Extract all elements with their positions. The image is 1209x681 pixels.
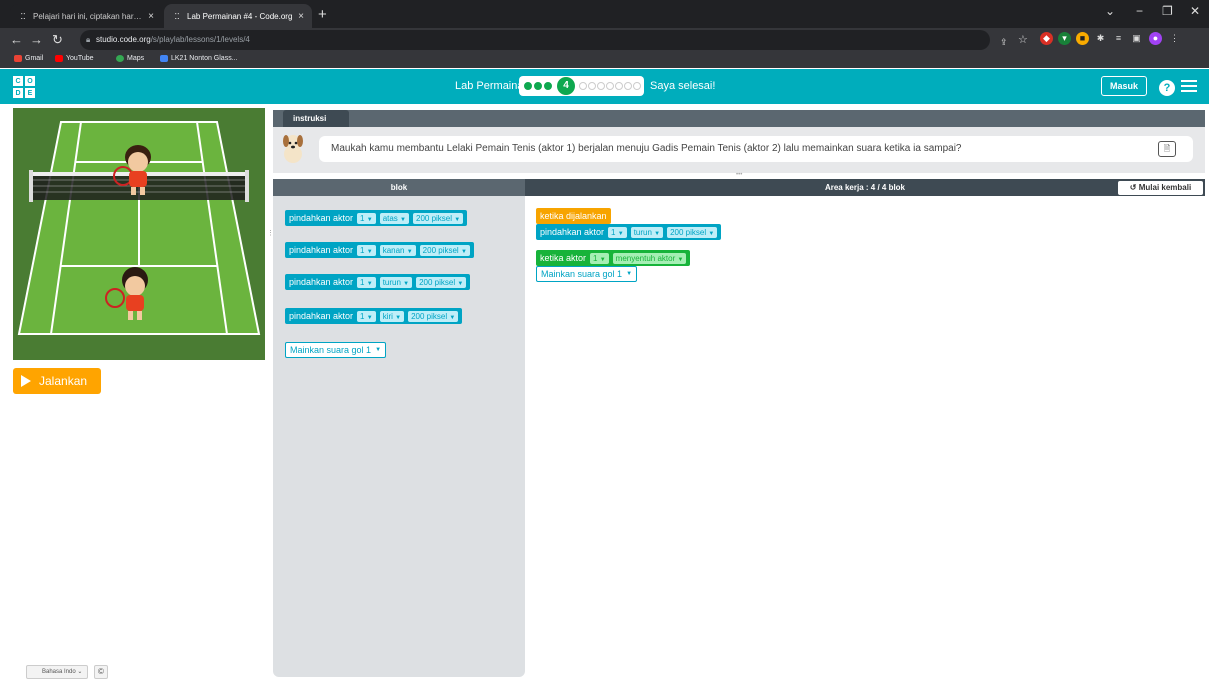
url-path: /s/playlab/lessons/1/levels/4 bbox=[150, 35, 250, 44]
forward-icon[interactable]: → bbox=[30, 31, 43, 49]
browser-tab-2[interactable]: ⁚⁚ Lab Permainan #4 - Code.org × bbox=[164, 4, 312, 28]
level-dot-7[interactable] bbox=[597, 82, 605, 90]
tab-instructions[interactable]: instruksi bbox=[283, 110, 349, 127]
block-move-left[interactable]: pindahkan aktor 1 ▼ kiri ▼ 200 piksel ▼ bbox=[285, 308, 463, 324]
toolbox: pindahkan aktor 1 ▼ atas ▼ 200 piksel ▼ … bbox=[273, 196, 525, 677]
browser-toolbar: ← → ↻ 🔒︎ studio.code.org/s/playlab/lesso… bbox=[0, 28, 1209, 52]
bookmark-label: Maps bbox=[127, 55, 145, 62]
extension-shield-icon[interactable]: ▾ bbox=[1058, 32, 1071, 45]
workspace-move-block[interactable]: pindahkan aktor 1 ▼ turun ▼ 200 piksel ▼ bbox=[536, 224, 722, 240]
instructions-panel: Maukah kamu membantu Lelaki Pemain Tenis… bbox=[273, 127, 1205, 173]
browser-tab-1[interactable]: ⁚⁚ Pelajari hari ini, ciptakan hari esok… bbox=[10, 4, 162, 28]
tab-search-icon[interactable]: ⌄ bbox=[1105, 4, 1115, 18]
codeorg-header: C O D E Lab Permainan 4 Saya selesai! bbox=[0, 69, 1209, 104]
reset-label: Mulai kembali bbox=[1138, 183, 1192, 192]
tab-close-icon[interactable]: × bbox=[148, 11, 154, 22]
level-dot-11[interactable] bbox=[633, 82, 641, 90]
maps-icon bbox=[116, 55, 124, 62]
minimize-icon[interactable]: − bbox=[1136, 4, 1143, 18]
bookmark-gmail[interactable]: Gmail bbox=[14, 55, 43, 62]
new-tab-button[interactable]: + bbox=[318, 6, 327, 24]
dog-avatar-icon bbox=[283, 135, 303, 163]
game-stage[interactable] bbox=[13, 108, 265, 360]
codeorg-favicon-icon: ⁚⁚ bbox=[20, 11, 26, 21]
level-dot-6[interactable] bbox=[588, 82, 596, 90]
url-host: studio.code.org bbox=[96, 35, 151, 44]
bookmark-lk21[interactable]: LK21 Nonton Glass... bbox=[160, 55, 238, 62]
level-dot-1[interactable] bbox=[524, 82, 532, 90]
address-bar[interactable]: 🔒︎ studio.code.org/s/playlab/lessons/1/l… bbox=[80, 30, 990, 50]
instructions-resize-grip[interactable]: ••• bbox=[736, 172, 742, 178]
bookmark-label: Gmail bbox=[25, 55, 44, 62]
extensions-puzzle-icon[interactable]: ✱ bbox=[1094, 32, 1107, 45]
reset-icon: ↺ bbox=[1129, 183, 1137, 192]
level-dot-10[interactable] bbox=[624, 82, 632, 90]
level-dot-3[interactable] bbox=[544, 82, 552, 90]
play-icon bbox=[21, 375, 31, 387]
bookmark-label: LK21 Nonton Glass... bbox=[171, 55, 238, 62]
extension-red-icon[interactable]: ◆ bbox=[1040, 32, 1053, 45]
level-dot-5[interactable] bbox=[579, 82, 587, 90]
level-dot-8[interactable] bbox=[606, 82, 614, 90]
codeorg-logo[interactable]: C O D E bbox=[13, 76, 35, 98]
bookmark-maps[interactable]: Maps bbox=[116, 55, 144, 62]
hamburger-menu-icon[interactable] bbox=[1181, 80, 1197, 94]
extension-multi-icon[interactable]: ■ bbox=[1076, 32, 1089, 45]
level-progress: 4 bbox=[519, 76, 644, 96]
panel-resize-handle[interactable]: ⋮ bbox=[267, 230, 274, 237]
login-button[interactable]: Masuk bbox=[1101, 76, 1147, 96]
bookmark-label: YouTube bbox=[66, 55, 94, 62]
run-label: Jalankan bbox=[39, 374, 88, 388]
codeorg-favicon-icon: ⁚⁚ bbox=[174, 11, 180, 21]
language-select[interactable]: Bahasa Indo ⌄ bbox=[26, 665, 88, 679]
text-to-speech-icon[interactable]: 🗎 bbox=[1158, 141, 1176, 157]
workspace-sound-block[interactable]: Mainkan suara gol 1 ▼ bbox=[536, 266, 638, 282]
tennis-court-scene bbox=[13, 108, 265, 360]
block-move-right[interactable]: pindahkan aktor 1 ▼ kanan ▼ 200 piksel ▼ bbox=[285, 242, 474, 258]
lk21-icon bbox=[160, 55, 168, 62]
instruction-text: Maukah kamu membantu Lelaki Pemain Tenis… bbox=[319, 136, 1193, 162]
block-play-sound[interactable]: Mainkan suara gol 1 ▼ bbox=[285, 342, 387, 358]
toolbox-header: blok bbox=[273, 179, 525, 196]
level-dot-2[interactable] bbox=[534, 82, 542, 90]
copyright-button[interactable]: © bbox=[94, 665, 108, 679]
tab-title: Lab Permainan #4 - Code.org bbox=[187, 11, 293, 21]
tab-close-icon[interactable]: × bbox=[298, 11, 304, 22]
help-icon[interactable]: ? bbox=[1159, 80, 1175, 96]
bookmark-youtube[interactable]: YouTube bbox=[55, 55, 94, 62]
finish-link[interactable]: Saya selesai! bbox=[650, 80, 715, 92]
instructions-header: instruksi bbox=[273, 110, 1205, 127]
workspace-header: Area kerja : 4 / 4 blok bbox=[525, 179, 1205, 196]
event-actor-touch-block[interactable]: ketika aktor 1 ▼ menyentuh aktor ▼ bbox=[536, 250, 691, 266]
event-when-run-block[interactable]: ketika dijalankan bbox=[536, 208, 611, 224]
lock-icon: 🔒︎ bbox=[86, 35, 91, 44]
restore-icon[interactable]: ❐ bbox=[1162, 4, 1173, 18]
block-move-down[interactable]: pindahkan aktor 1 ▼ turun ▼ 200 piksel ▼ bbox=[285, 274, 471, 290]
workspace[interactable]: ketika dijalankan pindahkan aktor 1 ▼ tu… bbox=[525, 196, 1205, 681]
reset-button[interactable]: ↺ Mulai kembali bbox=[1118, 181, 1203, 195]
run-button[interactable]: Jalankan bbox=[13, 368, 101, 394]
youtube-icon bbox=[55, 55, 63, 62]
tab-title: Pelajari hari ini, ciptakan hari esok bbox=[33, 11, 144, 21]
reading-list-icon[interactable]: ≡ bbox=[1112, 32, 1125, 45]
share-icon[interactable]: ⇪ bbox=[1000, 33, 1008, 51]
bookmark-star-icon[interactable]: ☆ bbox=[1018, 31, 1028, 49]
side-panel-icon[interactable]: ▣ bbox=[1130, 32, 1143, 45]
gmail-icon bbox=[14, 55, 22, 62]
level-current[interactable]: 4 bbox=[557, 77, 575, 95]
back-icon[interactable]: ← bbox=[10, 31, 23, 49]
browser-menu-icon[interactable]: ⋮ bbox=[1168, 32, 1181, 45]
window-close-icon[interactable]: ✕ bbox=[1190, 4, 1200, 18]
level-dot-9[interactable] bbox=[615, 82, 623, 90]
profile-avatar[interactable]: ● bbox=[1149, 32, 1162, 45]
block-move-up[interactable]: pindahkan aktor 1 ▼ atas ▼ 200 piksel ▼ bbox=[285, 210, 468, 226]
browser-tab-strip: ⁚⁚ Pelajari hari ini, ciptakan hari esok… bbox=[0, 0, 1209, 28]
reload-icon[interactable]: ↻ bbox=[52, 31, 63, 49]
bookmarks-bar: Gmail YouTube Maps LK21 Nonton Glass... bbox=[0, 52, 1209, 68]
